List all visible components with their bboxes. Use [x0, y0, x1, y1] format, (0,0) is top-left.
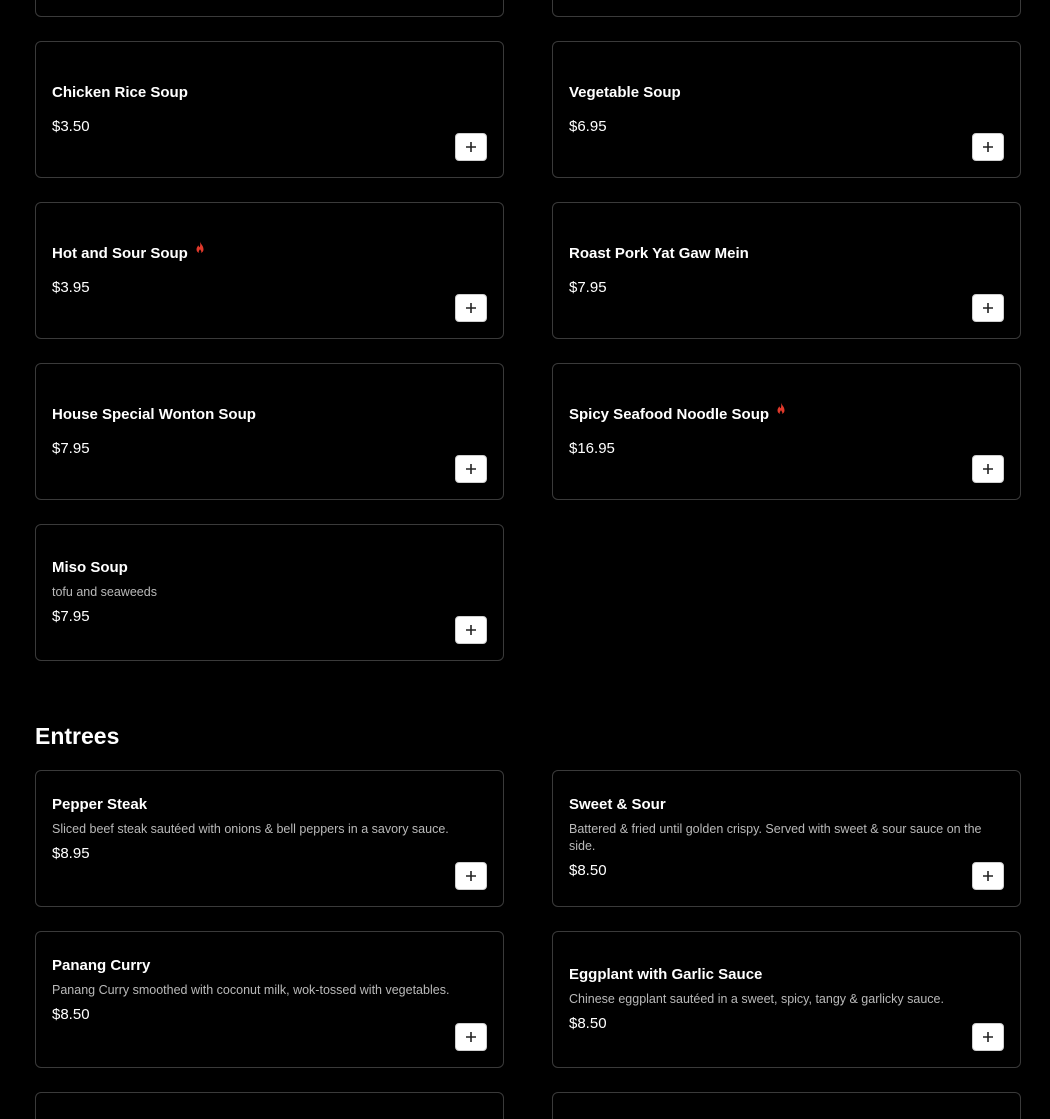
plus-icon [466, 1032, 476, 1042]
menu-item-card-partial[interactable] [35, 0, 504, 17]
item-name-row: Hot and Sour Soup [52, 241, 487, 264]
menu-item-card[interactable]: Eggplant with Garlic Sauce Chinese eggpl… [552, 931, 1021, 1068]
section-title: Entrees [35, 723, 120, 749]
menu-item-card[interactable]: Sweet & Sour Battered & fried until gold… [552, 770, 1021, 907]
plus-icon [983, 1032, 993, 1042]
flame-icon [196, 241, 204, 254]
plus-icon [983, 142, 993, 152]
item-name-row: Spicy Seafood Noodle Soup [569, 402, 1004, 425]
menu-item-card[interactable]: Vegetable Soup $6.95 [552, 41, 1021, 178]
item-name: Sweet & Sour [569, 796, 666, 813]
item-description: Sliced beef steak sautéed with onions & … [52, 822, 449, 836]
menu-page: Chicken Rice Soup $3.50 Vegetable Soup $… [0, 0, 1050, 1119]
add-to-cart-button[interactable] [455, 862, 487, 890]
plus-icon [983, 303, 993, 313]
item-name: Panang Curry [52, 957, 151, 974]
item-price: $7.95 [569, 279, 607, 296]
item-name: Miso Soup [52, 559, 128, 576]
add-to-cart-button[interactable] [455, 1023, 487, 1051]
item-name: Hot and Sour Soup [52, 245, 188, 262]
item-price: $3.50 [52, 118, 90, 135]
add-to-cart-button[interactable] [972, 862, 1004, 890]
item-name: House Special Wonton Soup [52, 406, 256, 423]
menu-item-card[interactable]: Pepper Steak Sliced beef steak sautéed w… [35, 770, 504, 907]
item-description: tofu and seaweeds [52, 585, 157, 599]
item-price: $8.50 [569, 862, 607, 879]
item-name: Eggplant with Garlic Sauce [569, 966, 763, 983]
plus-icon [466, 142, 476, 152]
add-to-cart-button[interactable] [455, 133, 487, 161]
item-price: $3.95 [52, 279, 90, 296]
add-to-cart-button[interactable] [972, 294, 1004, 322]
menu-item-card[interactable]: Panang Curry Panang Curry smoothed with … [35, 931, 504, 1068]
add-to-cart-button[interactable] [972, 455, 1004, 483]
flame-icon [777, 402, 785, 415]
item-name: Chicken Rice Soup [52, 84, 188, 101]
menu-item-card[interactable]: Miso Soup tofu and seaweeds $7.95 [35, 524, 504, 661]
menu-item-card-partial[interactable] [35, 1092, 504, 1119]
plus-icon [466, 464, 476, 474]
item-price: $7.95 [52, 608, 90, 625]
menu-item-card-partial[interactable] [552, 1092, 1021, 1119]
item-description: Panang Curry smoothed with coconut milk,… [52, 983, 450, 997]
plus-icon [466, 303, 476, 313]
menu-item-card-partial[interactable] [552, 0, 1021, 17]
add-to-cart-button[interactable] [455, 294, 487, 322]
menu-item-card[interactable]: Chicken Rice Soup $3.50 [35, 41, 504, 178]
item-name: Spicy Seafood Noodle Soup [569, 406, 770, 423]
plus-icon [466, 871, 476, 881]
item-price: $8.50 [52, 1006, 90, 1023]
plus-icon [466, 625, 476, 635]
item-name: Pepper Steak [52, 796, 148, 813]
item-price: $7.95 [52, 440, 90, 457]
item-description: Battered & fried until golden crispy. Se… [569, 822, 982, 853]
item-name: Roast Pork Yat Gaw Mein [569, 245, 749, 262]
item-description: Chinese eggplant sautéed in a sweet, spi… [569, 992, 944, 1006]
add-to-cart-button[interactable] [455, 455, 487, 483]
menu-item-card[interactable]: Hot and Sour Soup $3.95 [35, 202, 504, 339]
item-price: $8.95 [52, 845, 90, 862]
add-to-cart-button[interactable] [972, 133, 1004, 161]
menu-item-card[interactable]: Roast Pork Yat Gaw Mein $7.95 [552, 202, 1021, 339]
add-to-cart-button[interactable] [972, 1023, 1004, 1051]
menu-item-card[interactable]: House Special Wonton Soup $7.95 [35, 363, 504, 500]
item-price: $6.95 [569, 118, 607, 135]
plus-icon [983, 464, 993, 474]
plus-icon [983, 871, 993, 881]
menu-item-card[interactable]: Spicy Seafood Noodle Soup $16.95 [552, 363, 1021, 500]
item-price: $8.50 [569, 1015, 607, 1032]
item-price: $16.95 [569, 440, 615, 457]
add-to-cart-button[interactable] [455, 616, 487, 644]
item-name: Vegetable Soup [569, 84, 681, 101]
